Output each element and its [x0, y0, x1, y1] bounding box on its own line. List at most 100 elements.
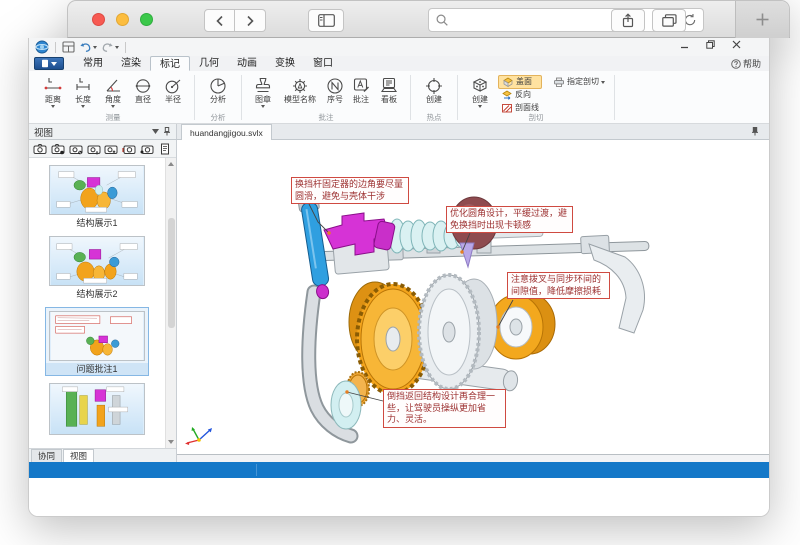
model-name-button[interactable]: 模型名称: [278, 74, 322, 104]
tab-render[interactable]: 渲染: [112, 56, 150, 71]
serial-number-button[interactable]: 序号: [322, 74, 348, 104]
document-tab[interactable]: huandangjigou.svlx: [181, 124, 272, 140]
camera-tool-2[interactable]: [50, 141, 66, 156]
search-icon: [435, 13, 449, 27]
diameter-button[interactable]: 直径: [128, 74, 158, 104]
panel-tab-view[interactable]: 视图: [63, 449, 94, 462]
view-thumbnail-structure-1[interactable]: 结构展示1: [45, 165, 149, 229]
hotspot-create-button[interactable]: 创建: [417, 74, 451, 104]
radius-button[interactable]: 半径: [158, 74, 188, 104]
analysis-button[interactable]: 分析: [201, 74, 235, 104]
reverse-option[interactable]: 反向: [498, 89, 542, 101]
distance-dropdown-caret[interactable]: [51, 105, 55, 108]
camera-tool-7[interactable]: [139, 141, 155, 156]
annotation-note-3[interactable]: 注意拨叉与同步环间的间隙值，降低摩擦损耗: [507, 272, 610, 299]
view-thumbnail-problem-annotation[interactable]: 问题批注1: [45, 307, 149, 376]
length-button[interactable]: 长度: [68, 74, 98, 108]
thumbnail-image: [49, 236, 145, 286]
group-section: 创建 盖面: [459, 72, 613, 123]
scroll-up-icon[interactable]: [168, 162, 174, 166]
tab-geometry[interactable]: 几何: [190, 56, 228, 71]
undo-dropdown-caret[interactable]: [93, 46, 97, 49]
view-capture-toolbar: [29, 140, 176, 158]
tabbar-pin-icon: [751, 127, 759, 136]
close-app-icon[interactable]: [732, 40, 741, 49]
tab-window[interactable]: 窗口: [304, 56, 342, 71]
minimize-app-icon[interactable]: [680, 40, 689, 49]
divider: [457, 75, 458, 120]
analysis-icon: [208, 75, 228, 95]
scroll-down-icon[interactable]: [168, 440, 174, 444]
redo-button[interactable]: [101, 41, 119, 53]
view-panel: 结构展示1: [29, 140, 177, 462]
forward-button[interactable]: [235, 9, 266, 32]
camera-tool-6[interactable]: [121, 141, 137, 156]
thumbnail-label: 问题批注1: [46, 363, 148, 375]
camera-icon: [104, 143, 118, 155]
tab-markup[interactable]: 标记: [150, 56, 190, 71]
undo-icon: [79, 41, 92, 53]
panel-scrollbar[interactable]: [165, 158, 176, 448]
panel-tab-collaboration[interactable]: 协同: [31, 449, 62, 462]
search-input[interactable]: [449, 14, 683, 26]
view-thumbnail-structure-2[interactable]: 结构展示2: [45, 236, 149, 300]
panel-pin-icon[interactable]: [163, 127, 171, 136]
specify-section-caret[interactable]: [601, 81, 605, 84]
redo-dropdown-caret[interactable]: [115, 46, 119, 49]
camera-tool-3[interactable]: [68, 141, 84, 156]
coordinate-triad: [185, 427, 212, 445]
distance-button[interactable]: 距离: [38, 74, 68, 108]
show-tabs-button[interactable]: [652, 9, 686, 32]
help-button[interactable]: 帮助: [731, 57, 761, 70]
scrollbar-thumb[interactable]: [168, 218, 175, 328]
reverse-icon: [501, 89, 513, 101]
stamp-button[interactable]: 图章: [248, 74, 278, 108]
section-create-button[interactable]: 创建: [464, 74, 496, 108]
camera-tool-8[interactable]: [157, 141, 173, 156]
tabbar-pin-button[interactable]: [751, 127, 759, 136]
annotation-note-4[interactable]: 倒挡返回结构设计再合理一些，让驾驶员操纵更加省力、灵活。: [383, 389, 506, 428]
close-window-button[interactable]: [92, 13, 105, 26]
length-dropdown-caret[interactable]: [81, 105, 85, 108]
board-icon: [379, 75, 399, 95]
group-label-analysis: 分析: [196, 112, 240, 123]
annotation-note-2[interactable]: 优化圆角设计，平缓过渡，避免换挡时出现卡顿感: [446, 206, 573, 233]
annotation-note-1[interactable]: 换挡杆固定器的边角要尽量圆滑，避免与壳体干涉: [291, 177, 409, 204]
thumbnail-label: 结构展示1: [45, 217, 149, 229]
camera-tool-5[interactable]: [104, 141, 120, 156]
new-tab-button[interactable]: [735, 1, 789, 38]
thumbnail-image: [49, 383, 145, 435]
tab-animation[interactable]: 动画: [228, 56, 266, 71]
specify-section-button[interactable]: 指定剖切: [550, 76, 608, 88]
view-thumbnail-4[interactable]: [45, 383, 149, 435]
undo-button[interactable]: [79, 41, 97, 53]
quick-access-toolbar: [29, 38, 769, 56]
board-button[interactable]: 看板: [374, 74, 404, 104]
group-label-section: 剖切: [459, 112, 613, 123]
section-create-dropdown-caret[interactable]: [478, 105, 482, 108]
zoom-window-button[interactable]: [140, 13, 153, 26]
length-icon: [73, 75, 93, 95]
back-button[interactable]: [204, 9, 235, 32]
share-button[interactable]: [611, 9, 645, 32]
group-hotspot: 创建 热点: [412, 72, 456, 123]
group-measure: 距离 长度 角度: [33, 72, 193, 123]
radius-icon: [163, 75, 183, 95]
view-capture-button[interactable]: [62, 41, 75, 53]
angle-button[interactable]: 角度: [98, 74, 128, 108]
angle-icon: [103, 75, 123, 95]
annotation-button[interactable]: 批注: [348, 74, 374, 104]
restore-app-icon[interactable]: [706, 40, 715, 49]
cap-face-option[interactable]: 盖面: [498, 75, 542, 89]
stamp-dropdown-caret[interactable]: [261, 105, 265, 108]
camera-tool-4[interactable]: [86, 141, 102, 156]
model-viewport[interactable]: 换挡杆固定器的边角要尽量圆滑，避免与壳体干涉 优化圆角设计，平缓过渡，避免换挡时…: [177, 140, 769, 455]
camera-tool-1[interactable]: [32, 141, 48, 156]
tab-common[interactable]: 常用: [74, 56, 112, 71]
panel-dropdown-icon[interactable]: [152, 129, 159, 134]
app-menu-button[interactable]: [34, 57, 64, 70]
tab-transform[interactable]: 变换: [266, 56, 304, 71]
minimize-window-button[interactable]: [116, 13, 129, 26]
sidebar-toggle-button[interactable]: [308, 9, 344, 32]
angle-dropdown-caret[interactable]: [111, 105, 115, 108]
